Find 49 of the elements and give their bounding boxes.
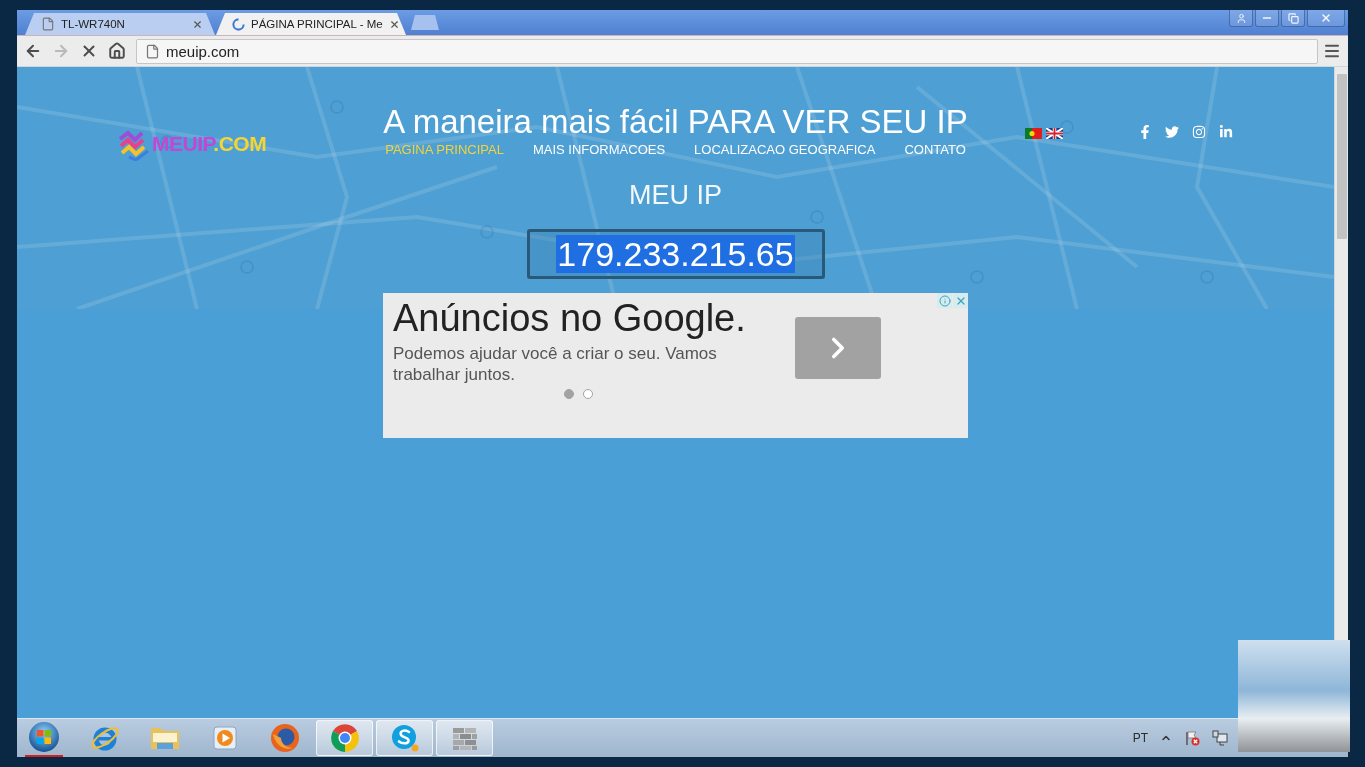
restore-button[interactable] [1281, 10, 1305, 27]
user-icon [1235, 12, 1247, 24]
portugal-flag-icon[interactable] [1025, 128, 1042, 139]
scrollbar-thumb[interactable] [1337, 74, 1347, 239]
page-icon [145, 43, 160, 59]
nav-link[interactable]: LOCALIZACAO GEOGRAFICA [694, 142, 876, 158]
slide-dot-icon[interactable] [563, 389, 574, 399]
browser-tab[interactable]: TL-WR740N [25, 13, 215, 35]
ad-headline: Anúncios no Google. [393, 296, 747, 340]
language-indicator[interactable]: PT [1132, 731, 1148, 745]
new-tab-button[interactable] [411, 15, 439, 30]
nav-link[interactable]: MAIS INFORMACOES [532, 142, 666, 158]
nav-link[interactable]: CONTATO [904, 142, 966, 158]
slide-dot-icon[interactable] [582, 389, 593, 399]
info-icon[interactable] [937, 293, 952, 308]
logo-wordmark: MEUIP.COM [152, 132, 267, 156]
browser-tab[interactable]: PÁGINA PRINCIPAL - Me [216, 13, 406, 35]
address-field[interactable]: meuip.com [136, 38, 1318, 64]
minimize-button[interactable] [1255, 10, 1279, 27]
restore-icon [1287, 12, 1299, 24]
section-title: MEU IP [629, 179, 722, 211]
scrollbar[interactable] [1334, 67, 1348, 640]
uk-flag-icon[interactable] [1046, 128, 1063, 139]
orb-icon [28, 721, 60, 753]
flag-alert-icon[interactable] [1184, 730, 1200, 746]
twitter-icon[interactable] [1165, 125, 1179, 139]
menu-icon [1323, 42, 1341, 60]
instagram-icon[interactable] [1192, 125, 1206, 139]
taskbar-button[interactable] [376, 720, 433, 756]
ip-address-field[interactable]: 179.233.215.65 [526, 229, 825, 279]
firefox-icon [268, 722, 301, 754]
site-headline: A maneira mais fácil PARA VER SEU IP [383, 103, 968, 141]
ad-text: Podemos ajudar você a criar o seu. Vamos trabalhar juntos. [393, 343, 718, 385]
network-icon[interactable] [1212, 730, 1228, 746]
taskbar-button[interactable] [316, 720, 373, 756]
facebook-icon[interactable] [1138, 125, 1152, 139]
chrome-icon [328, 722, 361, 754]
home-icon [108, 42, 126, 60]
linkedin-icon[interactable] [1219, 125, 1233, 139]
close-button[interactable] [1307, 10, 1345, 27]
taskbar-button[interactable] [436, 720, 493, 756]
close-icon[interactable] [192, 18, 203, 30]
close-icon [1320, 12, 1332, 24]
account-button[interactable] [1229, 10, 1253, 27]
stop-icon [80, 42, 98, 60]
close-icon[interactable] [388, 18, 400, 30]
arrow-right-icon [52, 42, 70, 60]
ip-address-text: 179.233.215.65 [556, 235, 795, 273]
start-button[interactable] [25, 719, 63, 757]
